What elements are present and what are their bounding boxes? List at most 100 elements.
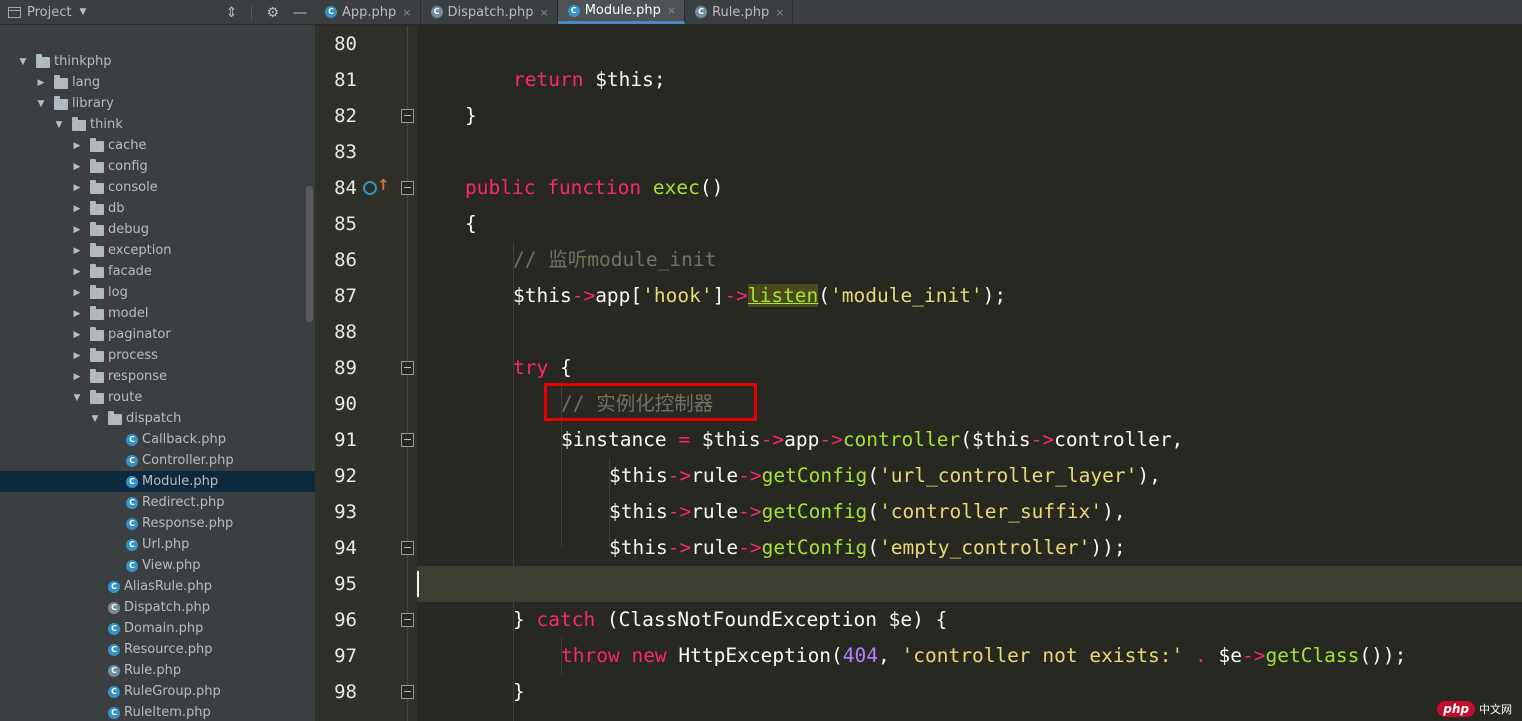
tree-folder-exception[interactable]: ▶ exception <box>0 240 315 261</box>
expand-right-icon[interactable]: ▶ <box>72 141 82 151</box>
project-panel: Project ▼ ⇕ ⚙ — ▼ thinkphp ▶ lang ▼ library ▼ t… <box>0 0 315 721</box>
fold-marker-icon[interactable] <box>401 361 414 375</box>
tree-folder-debug[interactable]: ▶ debug <box>0 219 315 240</box>
line-number[interactable]: 82 <box>315 105 357 127</box>
tree-file-ruleitem-php[interactable]: ▶CRuleItem.php <box>0 702 315 721</box>
tree-file-module-php[interactable]: ▶CModule.php <box>0 471 315 492</box>
gear-icon[interactable]: ⚙ <box>266 5 279 21</box>
line-number[interactable]: 93 <box>315 501 357 523</box>
fold-marker-icon[interactable] <box>401 685 414 699</box>
expand-right-icon[interactable]: ▶ <box>72 246 82 256</box>
expand-down-icon[interactable]: ▼ <box>54 120 64 130</box>
line-number[interactable]: 98 <box>315 681 357 703</box>
tree-folder-db[interactable]: ▶ db <box>0 198 315 219</box>
line-number[interactable]: 92 <box>315 465 357 487</box>
fold-marker-icon[interactable] <box>401 433 414 447</box>
expand-right-icon[interactable]: ▶ <box>36 78 46 88</box>
expand-right-icon[interactable]: ▶ <box>72 162 82 172</box>
tree-folder-model[interactable]: ▶ model <box>0 303 315 324</box>
line-number[interactable]: 81 <box>315 69 357 91</box>
folder-icon <box>54 74 68 89</box>
line-number[interactable]: 89 <box>315 357 357 379</box>
fold-marker-icon[interactable] <box>401 181 414 195</box>
line-number[interactable]: 95 <box>315 573 357 595</box>
tree-folder-config[interactable]: ▶ config <box>0 156 315 177</box>
expand-down-icon[interactable]: ▼ <box>36 99 46 109</box>
project-title[interactable]: Project <box>27 5 71 20</box>
close-icon[interactable]: × <box>539 6 548 19</box>
line-number[interactable]: 97 <box>315 645 357 667</box>
tree-file-domain-php[interactable]: ▶CDomain.php <box>0 618 315 639</box>
tree-folder-route[interactable]: ▼ route <box>0 387 315 408</box>
tree-file-response-php[interactable]: ▶CResponse.php <box>0 513 315 534</box>
line-number[interactable]: 87 <box>315 285 357 307</box>
collapse-all-icon[interactable]: ⇕ <box>226 5 238 21</box>
fold-marker-icon[interactable] <box>401 613 414 627</box>
line-number[interactable]: 91 <box>315 429 357 451</box>
editor-gutter: 80 81 82 83 84 85 86 87 88 89 90 91 92 93 94 95 96 97 98 ↑ <box>315 26 417 721</box>
expand-right-icon[interactable]: ▶ <box>72 225 82 235</box>
abstract-class-icon: C <box>108 664 120 677</box>
tree-file-callback-php[interactable]: ▶CCallback.php <box>0 429 315 450</box>
folder-icon <box>90 200 104 215</box>
tree-folder-think[interactable]: ▼ think <box>0 114 315 135</box>
tree-folder-log[interactable]: ▶ log <box>0 282 315 303</box>
hide-panel-icon[interactable]: — <box>293 5 307 21</box>
tree-file-url-php[interactable]: ▶CUrl.php <box>0 534 315 555</box>
arrow-up-icon[interactable]: ↑ <box>377 176 390 194</box>
expand-right-icon[interactable]: ▶ <box>72 183 82 193</box>
line-number[interactable]: 85 <box>315 213 357 235</box>
tab-app-php[interactable]: C App.php × <box>315 0 421 24</box>
tab-dispatch-php[interactable]: C Dispatch.php × <box>421 0 558 24</box>
tree-folder-console[interactable]: ▶ console <box>0 177 315 198</box>
tree-folder-dispatch[interactable]: ▼ dispatch <box>0 408 315 429</box>
tree-file-resource-php[interactable]: ▶CResource.php <box>0 639 315 660</box>
tree-file-dispatch-php[interactable]: ▶CDispatch.php <box>0 597 315 618</box>
line-number[interactable]: 84 <box>315 177 357 199</box>
tree-folder-cache[interactable]: ▶ cache <box>0 135 315 156</box>
line-number[interactable]: 80 <box>315 33 357 55</box>
tab-module-php[interactable]: C Module.php × <box>557 0 686 24</box>
expand-right-icon[interactable]: ▶ <box>72 372 82 382</box>
expand-right-icon[interactable]: ▶ <box>72 351 82 361</box>
code-editor[interactable]: return $this; } public function exec() {… <box>417 26 1522 721</box>
tree-folder-process[interactable]: ▶ process <box>0 345 315 366</box>
expand-down-icon[interactable]: ▼ <box>72 393 82 403</box>
line-number[interactable]: 88 <box>315 321 357 343</box>
fold-marker-icon[interactable] <box>401 541 414 555</box>
tree-folder-facade[interactable]: ▶ facade <box>0 261 315 282</box>
tree-folder-lang[interactable]: ▶ lang <box>0 72 315 93</box>
tree-file-rulegroup-php[interactable]: ▶CRuleGroup.php <box>0 681 315 702</box>
tree-scrollbar[interactable] <box>306 186 313 322</box>
line-number[interactable]: 96 <box>315 609 357 631</box>
tree-file-view-php[interactable]: ▶CView.php <box>0 555 315 576</box>
expand-right-icon[interactable]: ▶ <box>72 330 82 340</box>
tree-file-rule-php[interactable]: ▶CRule.php <box>0 660 315 681</box>
expand-right-icon[interactable]: ▶ <box>72 288 82 298</box>
expand-down-icon[interactable]: ▼ <box>90 414 100 424</box>
tree-folder-paginator[interactable]: ▶ paginator <box>0 324 315 345</box>
expand-right-icon[interactable]: ▶ <box>72 267 82 277</box>
expand-right-icon[interactable]: ▶ <box>72 204 82 214</box>
chevron-down-icon[interactable]: ▼ <box>79 7 86 17</box>
tree-file-controller-php[interactable]: ▶CController.php <box>0 450 315 471</box>
close-icon[interactable]: × <box>667 4 676 17</box>
expand-down-icon[interactable]: ▼ <box>18 57 28 67</box>
line-number[interactable]: 86 <box>315 249 357 271</box>
tab-label: Dispatch.php <box>447 4 534 20</box>
tree-file-aliasrule-php[interactable]: ▶CAliasRule.php <box>0 576 315 597</box>
fold-marker-icon[interactable] <box>401 109 414 123</box>
close-icon[interactable]: × <box>775 6 784 19</box>
close-icon[interactable]: × <box>402 6 411 19</box>
tree-folder-library[interactable]: ▼ library <box>0 93 315 114</box>
expand-right-icon[interactable]: ▶ <box>72 309 82 319</box>
watermark: php 中文网 <box>1437 701 1512 717</box>
line-number[interactable]: 83 <box>315 141 357 163</box>
line-number[interactable]: 94 <box>315 537 357 559</box>
tree-folder-response[interactable]: ▶ response <box>0 366 315 387</box>
tree-folder-thinkphp[interactable]: ▼ thinkphp <box>0 51 315 72</box>
tab-rule-php[interactable]: C Rule.php × <box>685 0 794 24</box>
tree-file-redirect-php[interactable]: ▶CRedirect.php <box>0 492 315 513</box>
line-number[interactable]: 90 <box>315 393 357 415</box>
overrides-method-icon[interactable] <box>363 181 377 195</box>
